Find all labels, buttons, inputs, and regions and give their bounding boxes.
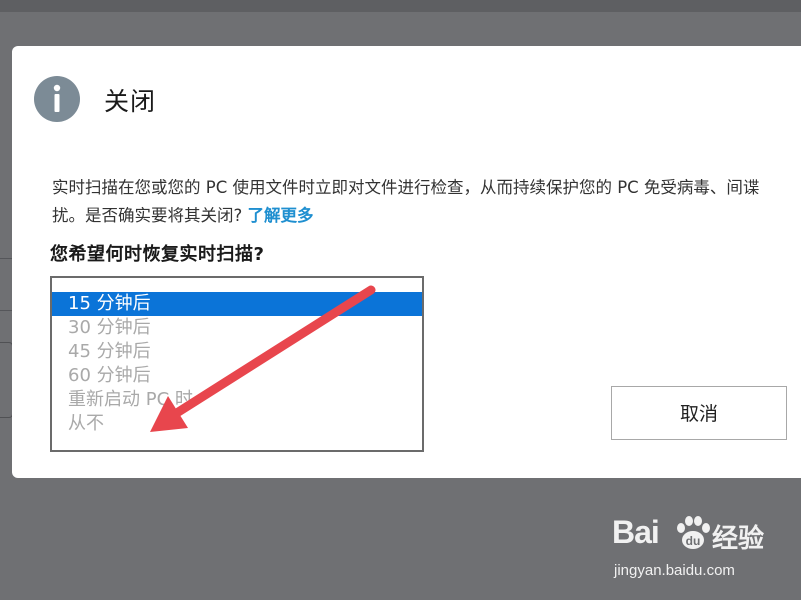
option-45-minutes[interactable]: 45 分钟后 [52,340,422,364]
option-30-minutes[interactable]: 30 分钟后 [52,316,422,340]
description-line-2-text: 扰。是否确实要将其关闭? [52,206,248,225]
svg-text:du: du [686,534,701,548]
info-icon [34,76,80,122]
option-restart-pc[interactable]: 重新启动 PC 时 [52,388,422,412]
background-top-strip [0,0,801,12]
option-never[interactable]: 从不 [52,412,422,436]
learn-more-link[interactable]: 了解更多 [248,206,314,225]
baidu-paw-icon: du [677,516,710,549]
watermark-url: jingyan.baidu.com [614,562,735,579]
description-line-1: 实时扫描在您或您的 PC 使用文件时立即对文件进行检查，从而持续保护您的 PC … [52,178,760,197]
cancel-button[interactable]: 取消 [611,386,787,440]
dialog-title: 关闭 [104,87,157,116]
option-15-minutes[interactable]: 15 分钟后 [52,292,422,316]
option-60-minutes[interactable]: 60 分钟后 [52,364,422,388]
watermark-cn-text: 经验 [712,524,765,554]
baidu-jingyan-watermark: Bai du 经验 jingyan.baidu.com [612,514,792,584]
description-line-2: 扰。是否确实要将其关闭? 了解更多 [52,202,801,230]
resume-time-listbox[interactable]: 15 分钟后 30 分钟后 45 分钟后 60 分钟后 重新启动 PC 时 从不 [50,276,424,452]
watermark-logo-text: Bai [612,514,660,550]
resume-question: 您希望何时恢复实时扫描? [50,244,265,265]
close-realtime-scan-dialog: 关闭 实时扫描在您或您的 PC 使用文件时立即对文件进行检查，从而持续保护您的 … [12,46,801,478]
dialog-description: 实时扫描在您或您的 PC 使用文件时立即对文件进行检查，从而持续保护您的 PC … [52,174,801,230]
